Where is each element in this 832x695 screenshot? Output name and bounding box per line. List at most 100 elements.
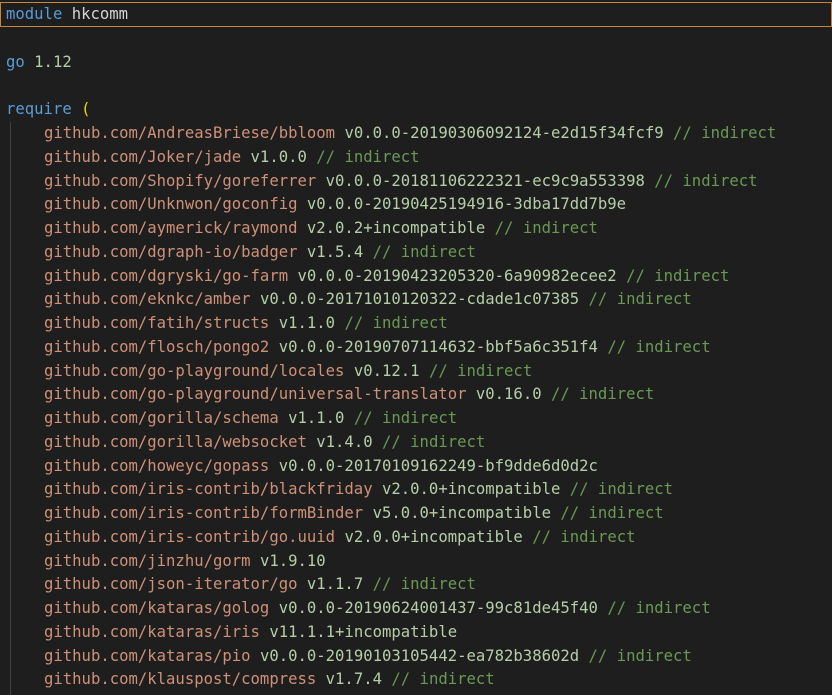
- indirect-comment: // indirect: [607, 599, 711, 617]
- module-version: v0.0.0-20171010120322-cdade1c07385: [259, 290, 580, 309]
- require-line[interactable]: github.com/howeyc/gopass v0.0.0-20170109…: [0, 454, 832, 478]
- module-path: github.com/kataras/pio: [44, 646, 251, 665]
- module-version: v1.9.10: [259, 551, 326, 570]
- module-version: v2.0.0+incompatible: [381, 480, 561, 499]
- require-line[interactable]: github.com/kataras/pio v0.0.0-2019010310…: [0, 644, 832, 668]
- require-line[interactable]: github.com/dgraph-io/badger v1.5.4 // in…: [0, 240, 832, 264]
- require-keyword: require: [6, 100, 72, 118]
- go-keyword: go: [6, 53, 25, 71]
- module-version: v11.1.1+incompatible: [269, 622, 458, 641]
- module-version: v1.1.0: [278, 314, 336, 332]
- require-line[interactable]: github.com/dgryski/go-farm v0.0.0-201904…: [0, 264, 832, 288]
- module-path: github.com/Shopify/goreferrer: [44, 171, 317, 190]
- indirect-comment: // indirect: [372, 575, 476, 594]
- require-line[interactable]: github.com/iris-contrib/formBinder v5.0.…: [0, 501, 832, 525]
- module-path: github.com/howeyc/gopass: [44, 456, 270, 475]
- module-path: github.com/iris-contrib/blackfriday: [44, 480, 373, 499]
- module-path: github.com/json-iterator/go: [44, 575, 298, 594]
- indirect-comment: // indirect: [607, 337, 711, 356]
- module-path: github.com/gorilla/schema: [44, 409, 279, 427]
- module-version: v0.0.0-20181106222321-ec9c9a553398: [325, 171, 645, 190]
- module-path: github.com/jinzhu/gorm: [44, 551, 251, 570]
- module-version: v2.0.2+incompatible: [306, 219, 486, 237]
- require-line[interactable]: github.com/klauspost/compress v1.7.4 // …: [0, 667, 832, 691]
- indirect-comment: // indirect: [372, 242, 476, 261]
- indirect-comment: // indirect: [391, 670, 495, 689]
- module-version: v1.1.7: [306, 575, 364, 594]
- code-editor[interactable]: module hkcomm go 1.12 require ( github.c…: [0, 0, 832, 695]
- require-line[interactable]: github.com/gorilla/schema v1.1.0 // indi…: [0, 406, 832, 430]
- module-version: v1.5.4: [306, 242, 364, 261]
- indirect-comment: // indirect: [550, 385, 655, 404]
- indirect-comment: // indirect: [626, 266, 730, 285]
- indirect-comment: // indirect: [532, 527, 636, 546]
- require-line[interactable]: github.com/Shopify/goreferrer v0.0.0-201…: [0, 169, 832, 193]
- require-line[interactable]: github.com/kataras/iris v11.1.1+incompat…: [0, 620, 832, 644]
- indirect-comment: // indirect: [560, 504, 664, 522]
- module-version: v0.0.0-20190306092124-e2d15f34fcf9: [344, 124, 664, 142]
- require-line[interactable]: github.com/AndreasBriese/bbloom v0.0.0-2…: [0, 121, 832, 145]
- require-line[interactable]: github.com/go-playground/universal-trans…: [0, 382, 832, 406]
- module-path: github.com/dgraph-io/badger: [44, 242, 298, 261]
- module-path: github.com/gorilla/websocket: [44, 432, 307, 451]
- require-line[interactable]: github.com/flosch/pongo2 v0.0.0-20190707…: [0, 335, 832, 359]
- require-line[interactable]: github.com/json-iterator/go v1.1.7 // in…: [0, 572, 832, 596]
- module-version: v0.0.0-20190425194916-3dba17dd7b9e: [306, 195, 627, 214]
- require-line[interactable]: github.com/Unknwon/goconfig v0.0.0-20190…: [0, 192, 832, 216]
- module-path: github.com/eknkc/amber: [44, 290, 251, 309]
- require-line[interactable]: github.com/iris-contrib/go.uuid v2.0.0+i…: [0, 525, 832, 549]
- indirect-comment: // indirect: [428, 361, 533, 380]
- module-version: v0.0.0-20190423205320-6a90982ecee2: [297, 266, 617, 285]
- indirect-comment: // indirect: [654, 171, 758, 190]
- require-line[interactable]: github.com/iris-contrib/blackfriday v2.0…: [0, 477, 832, 501]
- require-line[interactable]: github.com/gorilla/websocket v1.4.0 // i…: [0, 430, 832, 454]
- module-version: v1.7.4: [325, 670, 382, 689]
- module-path: github.com/kataras/golog: [44, 599, 270, 617]
- code-line-module[interactable]: module hkcomm: [0, 2, 832, 27]
- module-version: v0.0.0-20190624001437-99c81de45f40: [278, 599, 598, 617]
- module-path: github.com/aymerick/raymond: [44, 219, 298, 237]
- require-open-paren: (: [81, 100, 91, 118]
- indirect-comment: // indirect: [588, 290, 692, 309]
- require-line[interactable]: github.com/jinzhu/gorm v1.9.10: [0, 549, 832, 573]
- indirect-comment: // indirect: [588, 646, 692, 665]
- module-keyword: module: [6, 5, 63, 23]
- indirect-comment: // indirect: [344, 314, 448, 332]
- module-version: v0.16.0: [475, 385, 542, 404]
- indirect-comment: // indirect: [569, 480, 674, 499]
- require-line[interactable]: github.com/go-playground/locales v0.12.1…: [0, 359, 832, 383]
- module-version: v0.0.0-20190707114632-bbf5a6c351f4: [278, 337, 598, 356]
- module-path: github.com/iris-contrib/formBinder: [44, 504, 364, 522]
- module-path: github.com/flosch/pongo2: [44, 337, 270, 356]
- module-version: v0.0.0-20170109162249-bf9dde6d0d2c: [278, 456, 598, 475]
- module-version: v0.0.0-20190103105442-ea782b38602d: [259, 646, 580, 665]
- module-path: github.com/fatih/structs: [44, 314, 270, 332]
- module-version: v5.0.0+incompatible: [372, 504, 551, 522]
- indirect-comment: // indirect: [382, 432, 486, 451]
- indirect-comment: // indirect: [494, 219, 598, 237]
- module-path: github.com/go-playground/locales: [44, 361, 345, 380]
- module-path: github.com/Joker/jade: [44, 147, 242, 166]
- require-line[interactable]: github.com/kataras/golog v0.0.0-20190624…: [0, 596, 832, 620]
- module-version: v1.1.0: [288, 409, 345, 427]
- indirect-comment: // indirect: [316, 147, 420, 166]
- require-line[interactable]: github.com/Joker/jade v1.0.0 // indirect: [0, 145, 832, 169]
- module-version: v0.12.1: [353, 361, 420, 380]
- module-version: v2.0.0+incompatible: [344, 527, 523, 546]
- go-version: 1.12: [34, 53, 72, 71]
- module-path: github.com/go-playground/universal-trans…: [44, 385, 467, 404]
- code-line-go[interactable]: go 1.12: [0, 50, 832, 74]
- module-version: v1.0.0: [250, 147, 307, 166]
- module-name: hkcomm: [71, 5, 129, 23]
- indirect-comment: // indirect: [673, 124, 777, 142]
- require-line[interactable]: github.com/aymerick/raymond v2.0.2+incom…: [0, 216, 832, 240]
- require-line[interactable]: github.com/eknkc/amber v0.0.0-2017101012…: [0, 287, 832, 311]
- indirect-comment: // indirect: [353, 409, 458, 427]
- code-line-require[interactable]: require (: [0, 97, 832, 121]
- module-path: github.com/iris-contrib/go.uuid: [44, 527, 336, 546]
- module-path: github.com/dgryski/go-farm: [44, 266, 289, 285]
- module-path: github.com/Unknwon/goconfig: [44, 195, 298, 214]
- module-path: github.com/kataras/iris: [44, 622, 260, 641]
- module-version: v1.4.0: [316, 432, 373, 451]
- require-line[interactable]: github.com/fatih/structs v1.1.0 // indir…: [0, 311, 832, 335]
